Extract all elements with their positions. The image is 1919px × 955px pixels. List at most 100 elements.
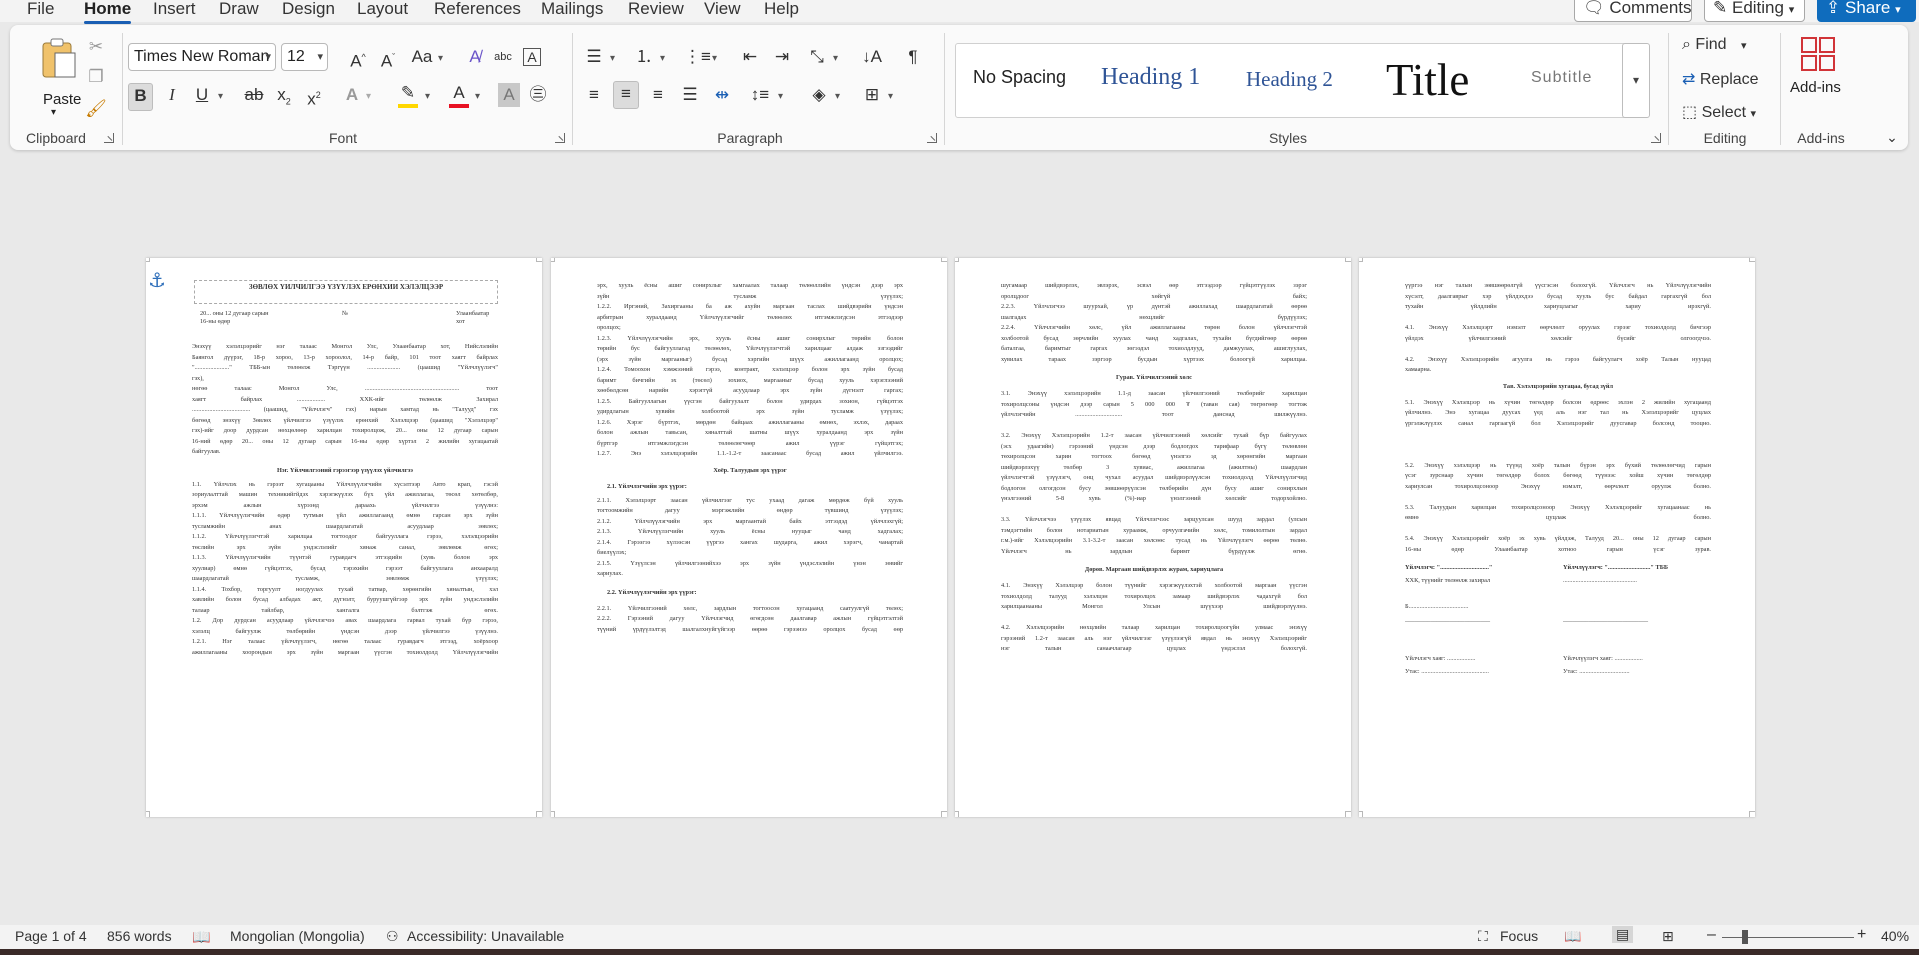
signature-left: Үйлчлэгч хаяг: .................. [1405,655,1476,662]
tab-references[interactable]: References [434,0,521,22]
zoom-level[interactable]: 40% [1881,928,1909,944]
find-button[interactable]: ⌕ Find ▾ [1682,36,1747,54]
highlight-color-button[interactable]: ✎ [395,81,421,108]
character-shading-icon[interactable]: A [498,83,520,107]
group-divider [1668,33,1669,145]
shrink-font-icon[interactable]: Aˇ [376,45,400,74]
section-heading: Тав. Хэлэлцээрийн хугацаа, бусад зүйл [1502,382,1614,390]
show-formatting-icon[interactable]: ¶ [903,45,923,69]
tab-mailings[interactable]: Mailings [541,0,603,22]
print-layout-icon[interactable]: ▤ [1612,926,1634,943]
page-count[interactable]: Page 1 of 4 [15,928,87,944]
page-1[interactable]: ЗӨВЛӨХ ҮЙЛЧИЛГЭЭ ҮЗҮҮЛЭХ ЕРӨНХИЙ ХЭЛЭЛЦЭ… [146,258,542,817]
zoom-slider-thumb[interactable] [1742,930,1748,944]
word-count[interactable]: 856 words [107,928,172,944]
line-spacing-icon[interactable]: ↕≡ [748,83,772,107]
increase-indent-icon[interactable]: ⇥ [770,45,794,69]
tab-home[interactable]: Home [84,0,132,24]
change-case-button[interactable]: Aa [410,45,434,69]
focus-button[interactable]: Focus [1500,928,1538,944]
underline-button[interactable]: U [190,83,214,107]
web-layout-icon[interactable]: ⊞ [1662,928,1674,945]
zoom-out-button[interactable]: – [1707,926,1716,944]
subscript-button[interactable]: x2 [272,83,296,113]
superscript-button[interactable]: x2 [302,83,326,112]
paste-button[interactable]: Paste ▾ [28,35,90,118]
copy-icon[interactable]: ❐ [85,65,107,89]
numbering-icon[interactable]: ⒈ [632,45,656,69]
align-left-icon[interactable]: ≡ [582,83,606,107]
accessibility-status[interactable]: Accessibility: Unavailable [407,928,564,944]
style-subtitle[interactable]: Subtitle [1531,69,1592,87]
clear-formatting-icon[interactable]: A̸ [463,45,487,69]
align-right-icon[interactable]: ≡ [646,83,670,107]
font-size-combo[interactable]: 12 ▾ [281,43,328,71]
tab-help[interactable]: Help [764,0,799,22]
anchor-icon[interactable]: ⚓ [148,268,166,293]
font-launcher-icon[interactable] [555,133,565,143]
addins-button[interactable]: Add-ins [1783,33,1853,123]
proofing-icon[interactable]: 📖 [192,928,211,946]
align-center-icon[interactable]: ≡ [613,81,639,109]
page-2[interactable]: эрх, хууль ёсны ашиг сонирхлыг хамгаалах… [551,258,947,817]
distributed-icon[interactable]: ⇹ [710,83,734,107]
style-heading-2[interactable]: Heading 2 [1246,67,1333,92]
shading-icon[interactable]: ◈ [807,83,831,107]
strikethrough-button[interactable]: ab [242,83,266,107]
chevron-down-icon: ▾ [317,51,323,63]
signature-left: Б...................................... [1405,603,1469,610]
focus-icon: ⛶ [1478,928,1488,944]
language[interactable]: Mongolian (Mongolia) [230,928,365,944]
select-button[interactable]: ⬚ Select ▾ [1682,102,1756,122]
page-4[interactable]: үүргээ нэг талын зөвшөөрөлгүй үүсгэсэн б… [1359,258,1755,817]
document-line: байгуулав. [192,448,221,455]
section-heading: Дөрөв. Маргаан шийдвэрлэх журам, хариуцл… [1084,566,1224,573]
read-mode-icon[interactable]: 📖 [1564,928,1581,945]
page-3[interactable]: шугамаар шийдвэрлэх, эвлэрэх, эсвэл өөр … [955,258,1351,817]
cut-icon[interactable]: ✂ [85,35,107,59]
bold-button[interactable]: B [128,83,153,111]
tab-view[interactable]: View [704,0,741,22]
tab-design[interactable]: Design [282,0,335,22]
multilevel-list-icon[interactable]: ⋮≡ [684,45,711,69]
share-button[interactable]: ⇪ Share ▾ [1817,0,1916,22]
enclose-characters-icon[interactable]: ㊂ [526,83,550,107]
styles-launcher-icon[interactable] [1651,133,1661,143]
style-title[interactable]: Title [1386,54,1469,106]
justify-icon[interactable]: ☰ [678,83,702,107]
comments-button[interactable]: 🗨 Comments [1574,0,1692,22]
tab-layout[interactable]: Layout [357,0,408,22]
style-heading-1[interactable]: Heading 1 [1101,64,1200,91]
font-family-combo[interactable]: Times New Roman ▾ [128,43,276,71]
document-line: тогтоомжийн дагуу мэргэжлийн өндөр түвши… [597,507,903,514]
document-line: тохиолдолд талууд хэлэлцэн тохиролцох за… [1001,592,1307,600]
format-painter-icon[interactable]: 🖌 [85,97,107,121]
tab-file[interactable]: File [27,0,54,22]
decrease-indent-icon[interactable]: ⇤ [738,45,762,69]
borders-icon[interactable]: ⊞ [860,83,884,107]
character-border-icon[interactable]: A [520,45,544,69]
tab-insert[interactable]: Insert [153,0,196,22]
paragraph-launcher-icon[interactable] [927,133,937,143]
crop-mark [941,811,947,817]
document-line: 5.2. Энэхүү хэлэлцээр нь түүнд хоёр талы… [1405,461,1711,469]
text-direction-icon[interactable]: ⤡ [805,45,829,69]
editing-mode-button[interactable]: ✎ Editing ▾ [1704,0,1805,22]
italic-button[interactable]: I [160,83,184,107]
bullets-icon[interactable]: ☰ [582,45,606,69]
style-no-spacing[interactable]: No Spacing [973,67,1066,88]
styles-more-button[interactable]: ▾ [1622,43,1650,118]
sort-icon[interactable]: ↓A [860,45,884,69]
document-line: хавлийн болон бусад албадах акт, дүгнэлт… [192,596,498,603]
text-effects-icon[interactable]: A [340,83,364,107]
font-color-button[interactable]: A [447,81,471,108]
replace-button[interactable]: ⇄ Replace [1682,69,1759,89]
zoom-in-button[interactable]: + [1857,926,1866,944]
share-label: Share [1844,0,1891,17]
phonetic-guide-icon[interactable]: abc [491,45,515,69]
grow-font-icon[interactable]: A^ [346,45,370,74]
tab-draw[interactable]: Draw [219,0,259,22]
tab-review[interactable]: Review [628,0,684,22]
clipboard-launcher-icon[interactable] [104,133,114,143]
collapse-ribbon-icon[interactable]: ⌄ [1882,125,1902,149]
